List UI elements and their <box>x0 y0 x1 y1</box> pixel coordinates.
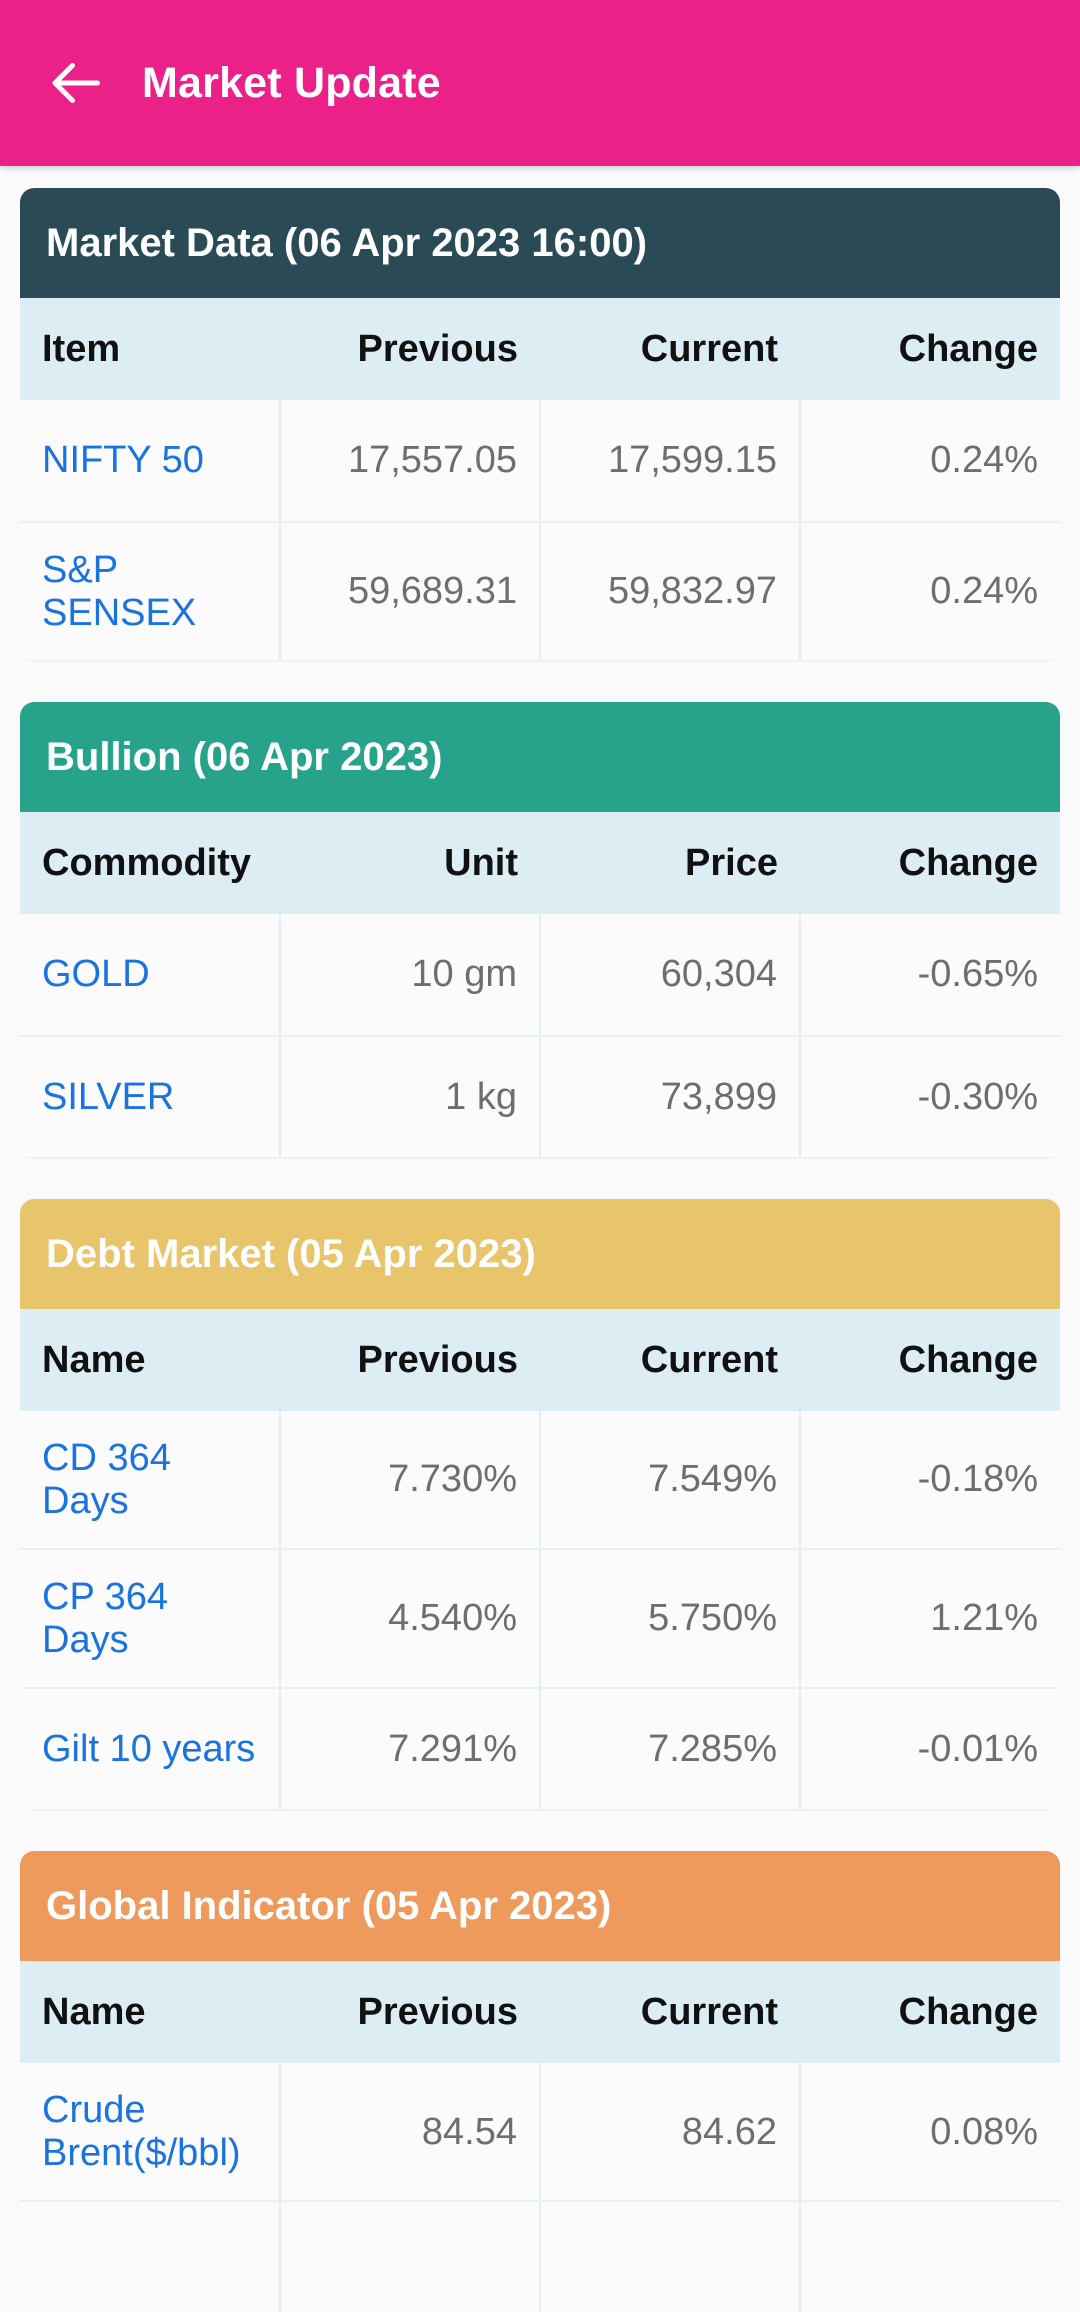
row-name-link[interactable]: Crude Brent($/bbl) <box>20 2063 281 2203</box>
row-previous-value: 1 kg <box>280 1036 541 1160</box>
row-name-link[interactable]: Gilt 10 years <box>20 1688 281 1812</box>
row-cell-empty <box>280 2201 541 2312</box>
column-header: Change <box>800 1309 1060 1412</box>
back-button[interactable] <box>38 46 112 120</box>
row-current-value: 17,599.15 <box>540 400 801 523</box>
table-row[interactable]: Gilt 10 years 7.291% 7.285% -0.01% <box>20 1688 1060 1812</box>
app-bar: Market Update <box>0 0 1080 166</box>
row-previous-value: 7.730% <box>280 1411 541 1551</box>
table-row[interactable]: CD 364 Days 7.730% 7.549% -0.18% <box>20 1411 1060 1551</box>
column-header: Name <box>20 1309 280 1412</box>
row-change-value: 0.08% <box>800 2063 1060 2203</box>
column-header: Previous <box>280 1961 540 2064</box>
row-name-link[interactable]: SILVER <box>20 1036 281 1160</box>
row-name-link[interactable]: CD 364 Days <box>20 1411 281 1551</box>
column-header: Unit <box>280 812 540 915</box>
row-change-value: 0.24% <box>800 522 1060 663</box>
row-name-link[interactable]: GOLD <box>20 914 281 1038</box>
arrow-left-icon <box>45 53 105 113</box>
column-header: Current <box>540 1961 800 2064</box>
card-bullion: Bullion (06 Apr 2023) Commodity Unit Price C… <box>20 702 1060 1160</box>
table-header-row: Name Previous Current Change <box>20 1309 1060 1412</box>
row-cell-empty <box>800 2201 1060 2312</box>
table-row[interactable]: GOLD 10 gm 60,304 -0.65% <box>20 914 1060 1038</box>
table-header-row: Commodity Unit Price Change <box>20 812 1060 915</box>
table-row-partial[interactable] <box>20 2201 1060 2312</box>
row-change-value: -0.30% <box>800 1036 1060 1160</box>
column-header: Change <box>800 298 1060 400</box>
table-row[interactable]: CP 364 Days 4.540% 5.750% 1.21% <box>20 1549 1060 1690</box>
row-current-value: 5.750% <box>540 1549 801 1690</box>
row-change-value: -0.65% <box>800 914 1060 1038</box>
column-header: Price <box>540 812 800 915</box>
table-header-row: Name Previous Current Change <box>20 1961 1060 2064</box>
table-debt-market: Name Previous Current Change CD 364 Days 7.73… <box>20 1309 1060 1812</box>
row-name-link[interactable]: S&P SENSEX <box>20 522 281 663</box>
row-previous-value: 4.540% <box>280 1549 541 1690</box>
card-header-market-data: Market Data (06 Apr 2023 16:00) <box>20 188 1060 298</box>
row-name-link[interactable]: CP 364 Days <box>20 1549 281 1690</box>
row-cell-empty <box>20 2201 281 2312</box>
column-header: Commodity <box>20 812 280 915</box>
row-change-value: -0.01% <box>800 1688 1060 1812</box>
page-title: Market Update <box>142 58 441 107</box>
card-market-data: Market Data (06 Apr 2023 16:00) Item Previ… <box>20 188 1060 663</box>
column-header: Item <box>20 298 280 400</box>
row-change-value: -0.18% <box>800 1411 1060 1551</box>
table-global-indicator: Name Previous Current Change Crude Brent($/b… <box>20 1961 1060 2312</box>
row-previous-value: 17,557.05 <box>280 400 541 523</box>
card-header-debt-market: Debt Market (05 Apr 2023) <box>20 1199 1060 1310</box>
card-header-bullion: Bullion (06 Apr 2023) <box>20 702 1060 813</box>
row-current-value: 84.62 <box>540 2063 801 2203</box>
row-previous-value: 7.291% <box>280 1688 541 1812</box>
column-header: Current <box>540 1309 800 1412</box>
table-header-row: Item Previous Current Change <box>20 298 1060 400</box>
table-row[interactable]: NIFTY 50 17,557.05 17,599.15 0.24% <box>20 400 1060 523</box>
column-header: Name <box>20 1961 280 2064</box>
row-change-value: 0.24% <box>800 400 1060 523</box>
row-name-link[interactable]: NIFTY 50 <box>20 400 281 523</box>
column-header: Change <box>800 1961 1060 2064</box>
table-row[interactable]: S&P SENSEX 59,689.31 59,832.97 0.24% <box>20 522 1060 663</box>
card-global-indicator: Global Indicator (05 Apr 2023) Name Previo… <box>20 1851 1060 2312</box>
table-market-data: Item Previous Current Change NIFTY 50 17,557.… <box>20 298 1060 663</box>
column-header: Current <box>540 298 800 400</box>
row-current-value: 7.549% <box>540 1411 801 1551</box>
row-previous-value: 10 gm <box>280 914 541 1038</box>
row-previous-value: 84.54 <box>280 2063 541 2203</box>
row-current-value: 73,899 <box>540 1036 801 1160</box>
row-current-value: 60,304 <box>540 914 801 1038</box>
column-header: Previous <box>280 1309 540 1412</box>
row-change-value: 1.21% <box>800 1549 1060 1690</box>
table-row[interactable]: Crude Brent($/bbl) 84.54 84.62 0.08% <box>20 2063 1060 2203</box>
row-current-value: 59,832.97 <box>540 522 801 663</box>
market-update-list[interactable]: Market Data (06 Apr 2023 16:00) Item Previ… <box>0 166 1080 2312</box>
card-debt-market: Debt Market (05 Apr 2023) Name Previous Cur… <box>20 1199 1060 1812</box>
row-previous-value: 59,689.31 <box>280 522 541 663</box>
column-header: Change <box>800 812 1060 915</box>
row-current-value: 7.285% <box>540 1688 801 1812</box>
row-cell-empty <box>540 2201 801 2312</box>
column-header: Previous <box>280 298 540 400</box>
card-header-global-indicator: Global Indicator (05 Apr 2023) <box>20 1851 1060 1962</box>
table-row[interactable]: SILVER 1 kg 73,899 -0.30% <box>20 1036 1060 1160</box>
table-bullion: Commodity Unit Price Change GOLD 10 gm 60,304-… <box>20 812 1060 1160</box>
